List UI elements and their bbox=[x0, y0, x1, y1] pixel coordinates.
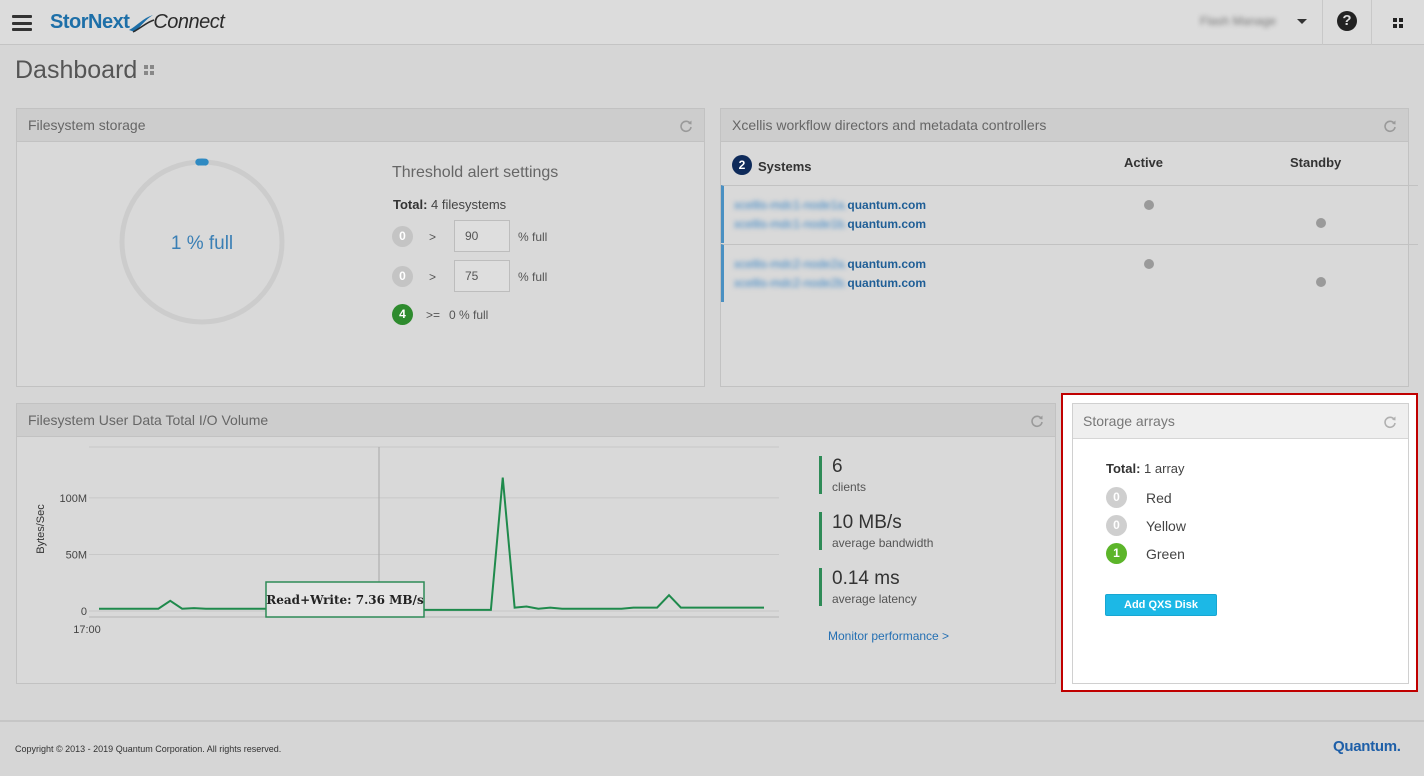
user-menu-caret-icon[interactable] bbox=[1297, 19, 1307, 24]
systems-label: Systems bbox=[758, 159, 812, 174]
standby-status-dot bbox=[1316, 218, 1326, 228]
stat-label: clients bbox=[832, 480, 867, 494]
stat-label: average bandwidth bbox=[832, 536, 934, 550]
system-row: xcellis-mdc1-node1a.quantum.com xcellis-… bbox=[721, 185, 1418, 243]
host-link[interactable]: xcellis-mdc1-node1b.quantum.com bbox=[734, 217, 926, 231]
footer: Copyright © 2013 - 2019 Quantum Corporat… bbox=[0, 720, 1424, 776]
user-menu[interactable]: Flash Manage bbox=[1200, 14, 1276, 28]
stat-label: average latency bbox=[832, 592, 917, 606]
arrays-total: Total: 1 array bbox=[1106, 461, 1185, 476]
threshold-input[interactable]: 90 bbox=[454, 220, 510, 252]
panel-title: Filesystem User Data Total I/O Volume bbox=[28, 412, 269, 428]
threshold-unit: % full bbox=[518, 230, 548, 244]
threshold-input[interactable]: 75 bbox=[454, 260, 510, 292]
page-title: Dashboard bbox=[15, 56, 138, 84]
threshold-title: Threshold alert settings bbox=[392, 164, 559, 181]
y-tick-label: 100M bbox=[59, 493, 87, 505]
add-qxs-disk-button[interactable]: Add QXS Disk bbox=[1105, 594, 1217, 616]
status-label: Yellow bbox=[1146, 518, 1186, 534]
status-count-badge: 1 bbox=[1106, 543, 1127, 564]
refresh-icon[interactable] bbox=[1030, 414, 1044, 428]
swoosh-icon bbox=[129, 14, 155, 33]
xcellis-panel: Xcellis workflow directors and metadata … bbox=[720, 108, 1418, 387]
panel-header: Filesystem storage bbox=[17, 109, 704, 142]
active-status-dot bbox=[1144, 259, 1154, 269]
help-icon: ? bbox=[1337, 11, 1357, 31]
hamburger-icon[interactable] bbox=[12, 15, 32, 31]
y-tick-label: 50M bbox=[66, 549, 87, 561]
tooltip-text: Read+Write: 7.36 MB/s bbox=[266, 593, 424, 607]
status-label: Red bbox=[1146, 490, 1172, 506]
stat-clients: 6 clients bbox=[819, 456, 866, 494]
panel-header: Xcellis workflow directors and metadata … bbox=[721, 109, 1408, 142]
brand-sub: Connect bbox=[153, 11, 225, 33]
host-prefix: xcellis-mdc1-node1b. bbox=[734, 217, 848, 231]
stat-value: 10 MB/s bbox=[832, 512, 902, 533]
storage-arrays-panel: Storage arrays Total: 1 array 0 Red 0 Ye… bbox=[1072, 403, 1409, 684]
system-row: xcellis-mdc2-node2a.quantum.com xcellis-… bbox=[721, 244, 1418, 302]
total-label: Total: bbox=[393, 197, 428, 212]
standby-status-dot bbox=[1316, 277, 1326, 287]
host-prefix: xcellis-mdc2-node2a. bbox=[734, 257, 848, 271]
refresh-icon[interactable] bbox=[1383, 415, 1397, 429]
dashboard-layout-icon[interactable] bbox=[144, 65, 154, 75]
help-button[interactable]: ? bbox=[1323, 0, 1371, 45]
panel-header: Storage arrays bbox=[1073, 404, 1408, 439]
refresh-icon[interactable] bbox=[1383, 119, 1397, 133]
active-status-dot bbox=[1144, 200, 1154, 210]
systems-count-badge: 2 bbox=[732, 155, 752, 175]
column-header-active: Active bbox=[1124, 155, 1164, 170]
host-link[interactable]: xcellis-mdc2-node2b.quantum.com bbox=[734, 276, 926, 290]
status-label: Green bbox=[1146, 546, 1185, 562]
threshold-unit: % full bbox=[518, 270, 548, 284]
monitor-performance-link[interactable]: Monitor performance > bbox=[828, 629, 949, 643]
threshold-operator: >= bbox=[426, 308, 441, 322]
copyright-text: Copyright © 2013 - 2019 Quantum Corporat… bbox=[15, 744, 282, 754]
host-domain: quantum.com bbox=[847, 217, 927, 231]
total-label: Total: bbox=[1106, 461, 1141, 476]
host-link[interactable]: xcellis-mdc1-node1a.quantum.com bbox=[734, 198, 926, 212]
status-count-badge: 0 bbox=[1106, 487, 1127, 508]
refresh-icon[interactable] bbox=[679, 119, 693, 133]
x-tick-label: 17:00 bbox=[73, 624, 101, 636]
panel-title: Xcellis workflow directors and metadata … bbox=[732, 117, 1047, 133]
host-link[interactable]: xcellis-mdc2-node2a.quantum.com bbox=[734, 257, 926, 271]
host-domain: quantum.com bbox=[847, 257, 927, 271]
panel-title: Storage arrays bbox=[1083, 413, 1175, 429]
total-value: 1 array bbox=[1144, 461, 1185, 476]
app-logo[interactable]: StorNext Connect bbox=[50, 11, 225, 34]
filesystem-storage-panel: Filesystem storage 1 % full Threshold al… bbox=[16, 108, 705, 387]
status-count-badge: 0 bbox=[1106, 515, 1127, 536]
stat-value: 0.14 ms bbox=[832, 568, 900, 589]
io-volume-panel: Filesystem User Data Total I/O Volume 0 5… bbox=[16, 403, 1056, 684]
host-prefix: xcellis-mdc1-node1a. bbox=[734, 198, 848, 212]
total-value: 4 filesystems bbox=[431, 197, 507, 212]
y-axis-label: Bytes/Sec bbox=[35, 504, 47, 554]
quantum-logo[interactable]: Quantum. bbox=[1333, 738, 1401, 755]
threshold-count-badge: 0 bbox=[392, 226, 413, 247]
threshold-unit: 0 % full bbox=[449, 308, 489, 322]
apps-grid-icon bbox=[1393, 18, 1403, 28]
usage-label: 1 % full bbox=[170, 233, 234, 254]
threshold-operator: > bbox=[429, 270, 437, 284]
panel-title: Filesystem storage bbox=[28, 117, 146, 133]
host-domain: quantum.com bbox=[847, 276, 927, 290]
top-navbar: StorNext Connect Flash Manage ? bbox=[0, 0, 1424, 45]
series-line bbox=[384, 477, 764, 611]
stat-latency: 0.14 ms average latency bbox=[819, 568, 917, 606]
brand-main: StorNext bbox=[50, 11, 130, 33]
stat-value: 6 bbox=[832, 456, 843, 477]
apps-button[interactable] bbox=[1372, 0, 1424, 45]
column-header-standby: Standby bbox=[1290, 155, 1342, 170]
host-prefix: xcellis-mdc2-node2b. bbox=[734, 276, 848, 290]
host-domain: quantum.com bbox=[847, 198, 927, 212]
threshold-count-badge: 4 bbox=[392, 304, 413, 325]
io-volume-chart: 0 50M 100M 17:00 Bytes/Sec Read+Write: 7.36 M… bbox=[35, 446, 779, 636]
stat-bandwidth: 10 MB/s average bandwidth bbox=[819, 512, 933, 550]
threshold-total: Total: 4 filesystems bbox=[393, 197, 506, 212]
y-tick-label: 0 bbox=[81, 606, 87, 618]
threshold-count-badge: 0 bbox=[392, 266, 413, 287]
threshold-operator: > bbox=[429, 230, 437, 244]
panel-header: Filesystem User Data Total I/O Volume bbox=[17, 404, 1055, 437]
